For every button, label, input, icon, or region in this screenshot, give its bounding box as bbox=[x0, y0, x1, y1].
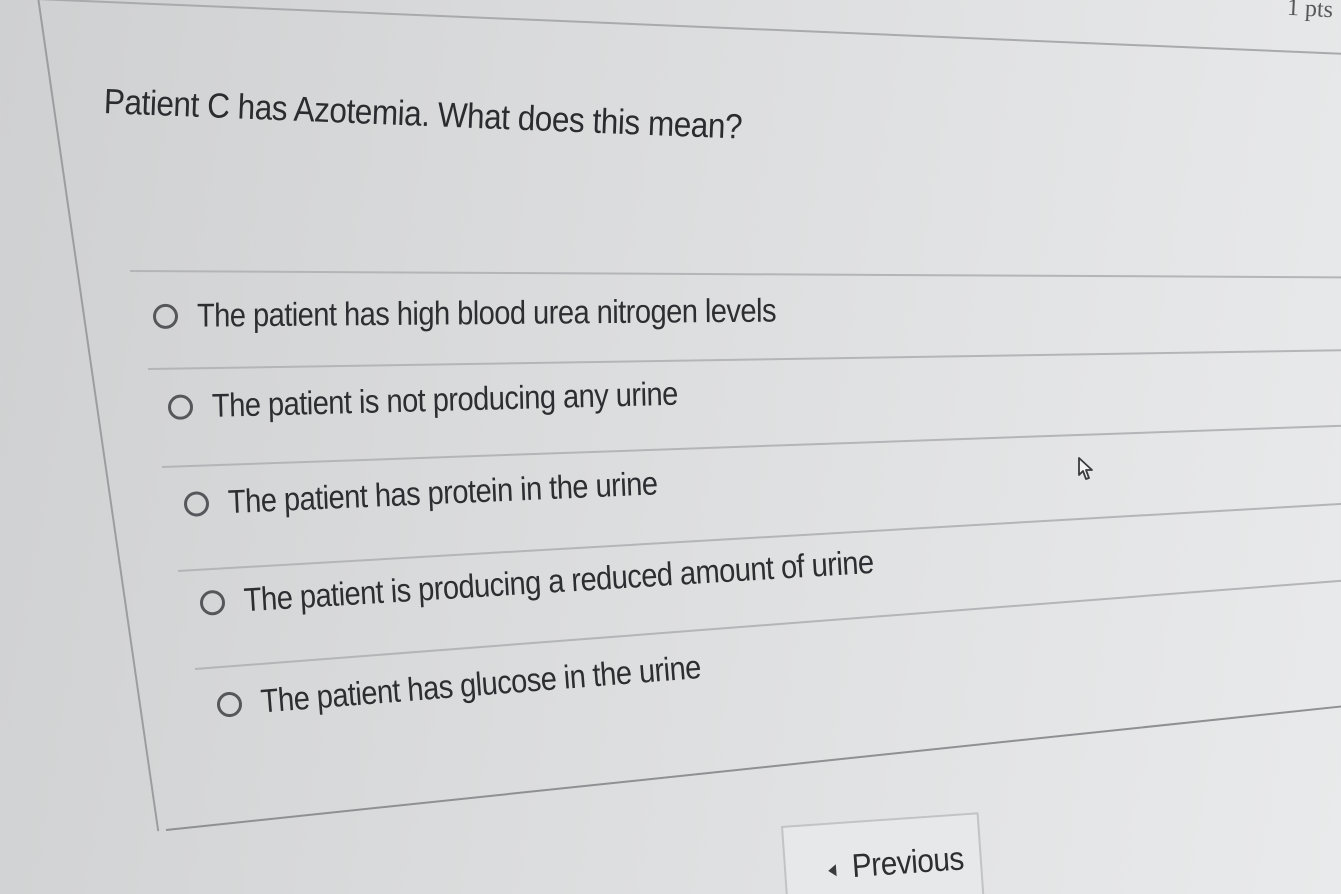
hand-cursor-icon bbox=[1078, 457, 1093, 480]
answer-option-5[interactable]: The patient has glucose in the urine bbox=[216, 643, 763, 724]
answer-label: The patient is producing a reduced amoun… bbox=[242, 542, 875, 619]
question-card-bottom-border bbox=[165, 703, 1341, 831]
radio-button[interactable] bbox=[183, 490, 210, 517]
answer-divider bbox=[161, 424, 1341, 468]
previous-label: Previous bbox=[850, 839, 965, 885]
points-label: 1 pts bbox=[1286, 0, 1334, 24]
answer-label: The patient is not producing any urine bbox=[211, 374, 679, 424]
answer-divider bbox=[147, 348, 1341, 370]
previous-button[interactable]: Previous bbox=[781, 812, 985, 894]
answer-option-3[interactable]: The patient has protein in the urine bbox=[183, 462, 717, 523]
quiz-page: 1 pts Patient C has Azotemia. What does … bbox=[0, 0, 1341, 894]
answer-option-4[interactable]: The patient is producing a reduced amoun… bbox=[199, 538, 961, 622]
answer-label: The patient has protein in the urine bbox=[227, 464, 659, 521]
radio-button[interactable] bbox=[216, 690, 243, 718]
radio-button[interactable] bbox=[199, 588, 226, 616]
answer-label: The patient has high blood urea nitrogen… bbox=[196, 291, 777, 334]
question-card-left-border bbox=[36, 0, 160, 832]
radio-button[interactable] bbox=[152, 303, 179, 329]
question-text: Patient C has Azotemia. What does this m… bbox=[103, 82, 743, 147]
question-card-top-border bbox=[35, 0, 1341, 56]
caret-left-icon bbox=[827, 864, 837, 877]
radio-button[interactable] bbox=[167, 393, 194, 420]
answer-option-1[interactable]: The patient has high blood urea nitrogen… bbox=[152, 291, 855, 335]
answer-option-2[interactable]: The patient is not producing any urine bbox=[167, 373, 742, 426]
answers-top-divider bbox=[129, 270, 1341, 278]
